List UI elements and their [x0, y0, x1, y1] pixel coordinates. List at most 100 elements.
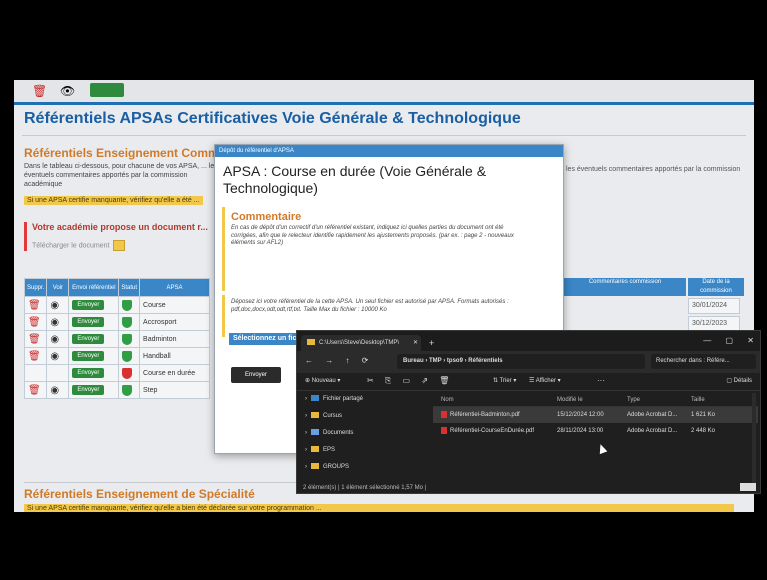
col-header[interactable]: Type	[627, 393, 640, 407]
apsa-cell: Badminton	[139, 330, 211, 348]
scrollbar[interactable]	[752, 393, 756, 483]
nav-pane-item[interactable]: › EPS	[297, 442, 429, 459]
file-row[interactable]: Référentiel-Badminton.pdf 15/12/2024 12:0…	[433, 407, 758, 423]
breadcrumb-item[interactable]: Bureau	[403, 358, 424, 364]
divider	[22, 135, 746, 136]
search-input[interactable]: Rechercher dans : Référe...	[651, 354, 756, 369]
expand-chevron-icon[interactable]: ›	[305, 396, 307, 402]
nav-pane-item[interactable]: › Fichier partagé	[297, 391, 429, 408]
eye-icon[interactable]: ◉	[50, 317, 59, 328]
apsa-cell: Course	[139, 296, 211, 314]
send-button[interactable]	[90, 83, 124, 97]
eye-icon[interactable]: ◉	[50, 351, 59, 362]
trash-icon[interactable]: 🗑	[32, 84, 47, 98]
apsa-cell: Step	[139, 381, 211, 399]
eye-icon[interactable]: ◉	[50, 385, 59, 396]
col-header: Voir	[46, 278, 70, 297]
shield-icon	[122, 350, 133, 362]
comment-box[interactable]: Commentaire En cas de dépôt d'un correct…	[222, 207, 552, 291]
nav-pane-item[interactable]: › Cursus	[297, 408, 429, 425]
page-title: Référentiels APSAs Certificatives Voie G…	[24, 110, 521, 127]
send-button[interactable]: Envoyer	[72, 385, 105, 395]
send-button[interactable]: Envoyer	[72, 368, 105, 378]
trash-icon[interactable]: 🗑	[28, 351, 41, 362]
nav-buttons[interactable]: ← → ↑ ⟳	[305, 356, 368, 365]
pdf-file-icon	[441, 410, 447, 418]
shield-icon	[122, 316, 133, 328]
file-date: 15/12/2024 12:00	[557, 412, 604, 418]
col-header[interactable]: Nom	[441, 393, 454, 407]
breadcrumb-item[interactable]: Référentiels	[468, 358, 502, 364]
edit-tools[interactable]: ✂ ⎘ ▭ ⇗ 🗑	[367, 376, 449, 386]
download-link[interactable]: Télécharger le document	[32, 240, 224, 251]
trash-icon[interactable]: 🗑	[28, 385, 41, 396]
details-button[interactable]: ▢ Détails	[726, 377, 752, 384]
breadcrumb-item[interactable]: tpso9	[447, 358, 463, 364]
send-button[interactable]: Envoyer	[72, 334, 105, 344]
view-label: Afficher	[535, 378, 556, 384]
status-cell	[118, 381, 141, 399]
view-cell: ◉	[46, 313, 70, 331]
sort-label: Trier	[499, 378, 512, 384]
file-size: 2 448 Ko	[691, 428, 716, 434]
col-header: Envoi référentiel	[68, 278, 120, 297]
download-label: Télécharger le document	[32, 242, 110, 250]
expand-chevron-icon[interactable]: ›	[305, 447, 307, 453]
status-cell	[118, 347, 141, 365]
send-button[interactable]: Envoyer	[72, 300, 105, 310]
eye-icon[interactable]: 👁	[60, 84, 75, 98]
more-icon[interactable]: ···	[597, 376, 605, 385]
trash-icon[interactable]: 🗑	[28, 300, 41, 311]
file-name: Référentiel-Badminton.pdf	[450, 412, 520, 418]
folder-icon	[311, 446, 319, 453]
new-label: Nouveau	[311, 378, 336, 384]
nav-pane-item[interactable]: › GROUPS	[297, 459, 429, 476]
send-button[interactable]: Envoyer	[72, 351, 105, 361]
delete-cell: 🗑	[23, 296, 48, 314]
path-breadcrumb[interactable]: Bureau › TMP › tpso9 › Référentiels	[397, 354, 645, 369]
window-controls[interactable]: — ▢ ✕	[703, 335, 754, 347]
folder-icon	[311, 463, 319, 470]
nav-pane-label: EPS	[323, 447, 336, 453]
expand-chevron-icon[interactable]: ›	[305, 464, 307, 470]
expand-chevron-icon[interactable]: ›	[305, 430, 307, 436]
common-section: Référentiels Enseignement Commun Dans le…	[24, 146, 233, 207]
table-row: Envoyer Course en durée	[23, 364, 211, 382]
eye-icon[interactable]: ◉	[50, 300, 59, 311]
col-header[interactable]: Modifié le	[557, 393, 583, 407]
list-header: Nom Modifié le Type Taille	[433, 393, 758, 407]
eye-icon[interactable]: ◉	[50, 334, 59, 345]
file-row[interactable]: Référentiel-CourseEnDurée.pdf 28/11/2024 …	[433, 423, 758, 439]
comment-placeholder[interactable]: En cas de dépôt d'un correctif d'un réfé…	[231, 225, 531, 248]
trash-icon[interactable]: 🗑	[28, 317, 41, 328]
folder-icon	[311, 429, 319, 436]
explorer-tab[interactable]: C:\Users\Steve\Desktop\TMP\ ✕	[301, 335, 421, 351]
nav-pane-item[interactable]: › Documents	[297, 425, 429, 442]
tab-label: C:\Users\Steve\Desktop\TMP\	[319, 340, 400, 346]
trash-icon[interactable]: 🗑	[28, 334, 41, 345]
folder-icon	[311, 395, 319, 402]
table-row: 🗑 ◉ Envoyer Course	[23, 296, 211, 314]
new-tab-icon[interactable]: +	[429, 335, 434, 351]
view-button[interactable]: ☰ Afficher ▾	[529, 377, 561, 384]
apsa-cell: Handball	[139, 347, 211, 365]
status-cell	[118, 296, 141, 314]
view-toggle[interactable]	[740, 483, 756, 491]
file-explorer-window: C:\Users\Steve\Desktop\TMP\ ✕ + — ▢ ✕ ← →…	[296, 330, 761, 494]
expand-chevron-icon[interactable]: ›	[305, 413, 307, 419]
send-button[interactable]: Envoyer	[72, 317, 105, 327]
file-size: 1 621 Ko	[691, 412, 716, 418]
col-header[interactable]: Taille	[691, 393, 705, 407]
sort-button[interactable]: ⇅ Trier ▾	[493, 377, 516, 384]
col-header: APSA	[139, 278, 211, 297]
folder-icon	[311, 412, 319, 419]
section-description: Dans le tableau ci-dessous, pour chacune…	[24, 163, 218, 188]
breadcrumb-item[interactable]: TMP	[429, 358, 442, 364]
nav-pane-label: Fichier partagé	[323, 396, 364, 402]
view-cell: ◉	[46, 330, 70, 348]
new-button[interactable]: ⊕ Nouveau ▾	[305, 377, 340, 384]
close-tab-icon[interactable]: ✕	[413, 335, 418, 351]
table-row: 🗑 ◉ Envoyer Handball	[23, 347, 211, 365]
submit-button[interactable]: Envoyer	[231, 367, 281, 383]
delete-cell: 🗑	[23, 330, 48, 348]
